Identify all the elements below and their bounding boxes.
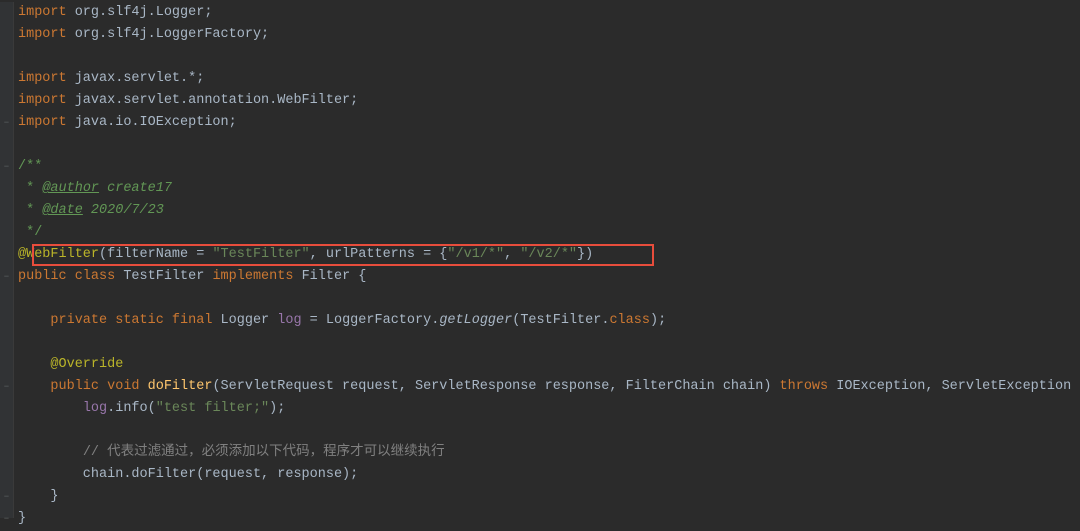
code-line[interactable]: */ xyxy=(18,222,1080,244)
code-line[interactable] xyxy=(18,134,1080,156)
code-line[interactable]: import org.slf4j.Logger; xyxy=(18,2,1080,24)
code-line[interactable]: public void doFilter(ServletRequest requ… xyxy=(18,376,1080,398)
code-area[interactable]: import org.slf4j.Logger; import org.slf4… xyxy=(14,2,1080,518)
gutter xyxy=(0,2,14,518)
code-line[interactable]: import org.slf4j.LoggerFactory; xyxy=(18,24,1080,46)
code-line[interactable]: import javax.servlet.annotation.WebFilte… xyxy=(18,90,1080,112)
code-line[interactable]: * @date 2020/7/23 xyxy=(18,200,1080,222)
code-line[interactable]: /** xyxy=(18,156,1080,178)
fold-icon[interactable] xyxy=(4,508,9,531)
code-line[interactable]: log.info("test filter;"); xyxy=(18,398,1080,420)
fold-icon[interactable] xyxy=(4,112,9,135)
code-line[interactable] xyxy=(18,420,1080,442)
fold-icon[interactable] xyxy=(4,266,9,289)
code-line[interactable]: @WebFilter(filterName = "TestFilter", ur… xyxy=(18,244,1080,266)
fold-icon[interactable] xyxy=(4,486,9,509)
code-line[interactable]: private static final Logger log = Logger… xyxy=(18,310,1080,332)
code-line[interactable]: } xyxy=(18,486,1080,508)
code-line[interactable]: // 代表过滤通过，必须添加以下代码，程序才可以继续执行 xyxy=(18,442,1080,464)
code-line[interactable]: import java.io.IOException; xyxy=(18,112,1080,134)
code-line[interactable]: } xyxy=(18,508,1080,530)
code-line[interactable]: @Override xyxy=(18,354,1080,376)
code-line[interactable]: import javax.servlet.*; xyxy=(18,68,1080,90)
code-line[interactable]: * @author create17 xyxy=(18,178,1080,200)
fold-icon[interactable] xyxy=(4,376,9,399)
code-line[interactable] xyxy=(18,288,1080,310)
code-editor[interactable]: import org.slf4j.Logger; import org.slf4… xyxy=(0,2,1080,518)
code-line[interactable] xyxy=(18,332,1080,354)
code-line[interactable]: chain.doFilter(request, response); xyxy=(18,464,1080,486)
code-line[interactable]: public class TestFilter implements Filte… xyxy=(18,266,1080,288)
fold-icon[interactable] xyxy=(4,156,9,179)
code-line[interactable] xyxy=(18,46,1080,68)
